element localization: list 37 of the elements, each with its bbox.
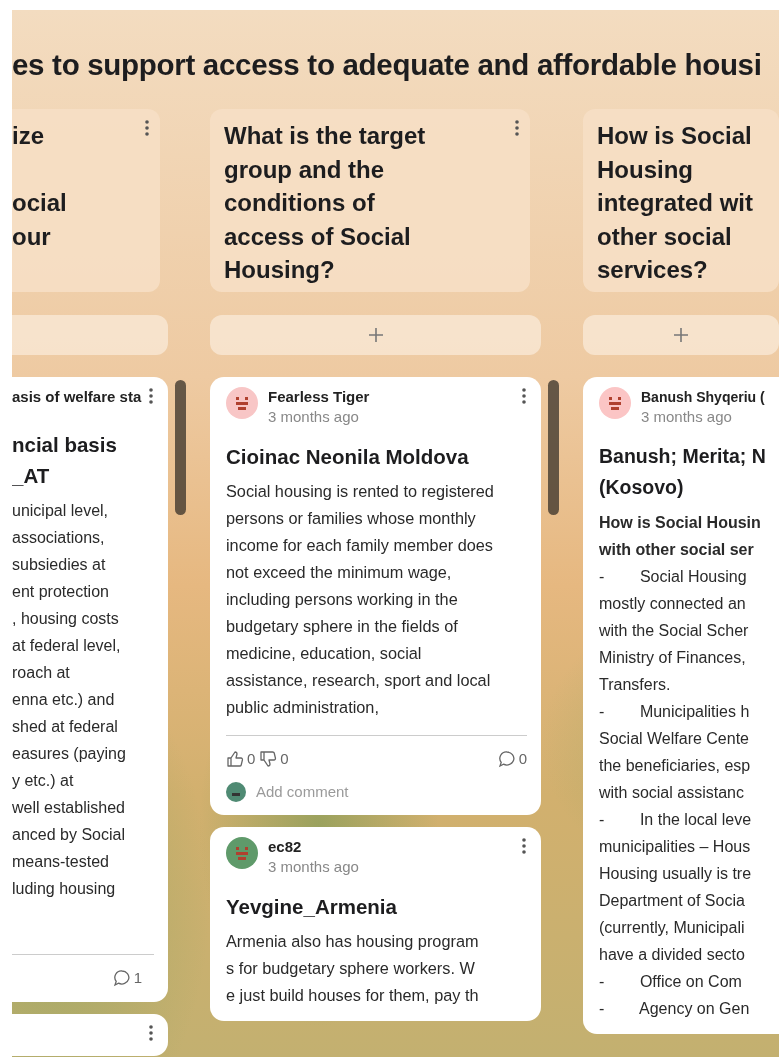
post-body: Social housing is rented to registered persons or families whose monthly income for each family member does not exceed the minimum wage, including persons working in the budgetary sphere in the fields of medicine, education, social assistance, research, sport and local public administration, — [226, 481, 495, 718]
more-icon[interactable] — [514, 119, 520, 137]
thumbs-up-icon[interactable] — [226, 750, 244, 769]
board-title: es to support access to adequate and affordable housi — [12, 48, 763, 82]
column-title: What is the target group and the conditions of access of Social Housing? — [224, 121, 426, 285]
post-title: Yevgine_Armenia — [226, 894, 398, 920]
more-icon[interactable] — [521, 387, 527, 405]
scrollbar[interactable] — [175, 380, 186, 515]
post-body: unicipal level, associations, subsiedies at ent protection , housing costs at federal level, roach at enna etc.) and shed at federal easures (paying y etc.) at well established anced by Social means-tested luding housing — [12, 501, 127, 899]
post-title: Banush; Merita; N (Kosovo) — [599, 444, 767, 500]
post-body: How is Social Housin with other social ser - Social Housing mostly connected an with the Social Scher Ministry of Finances, Transfers. - Municipalities h Social Welfare Cente the beneficiaries, esp with social assistanc - In the local leve municipalities – Hous Housing usually is tre Department of Socia (currently, Municipali have a divided secto - Office on Com - Agency on Gen — [599, 513, 762, 1019]
more-icon[interactable] — [521, 837, 527, 855]
post-title: ncial basis _AT — [12, 432, 118, 489]
plus-icon[interactable] — [367, 327, 384, 343]
author-name: ec82 — [268, 837, 303, 857]
post-time: 3 months ago — [268, 857, 360, 877]
comments-button[interactable]: 1 — [112, 967, 142, 990]
more-icon[interactable] — [148, 1023, 154, 1042]
column-title: ize ocial our — [12, 121, 67, 252]
plus-icon[interactable] — [673, 327, 689, 343]
column-title: How is Social Housing integrated wit other social services? — [597, 121, 753, 285]
post-time: 3 months ago — [641, 407, 733, 427]
author-name: Banush Shyqeriu ( — [641, 388, 766, 407]
author-name: Fearless Tiger — [268, 387, 371, 407]
speech-bubble-icon[interactable] — [497, 750, 516, 769]
more-icon[interactable] — [144, 119, 150, 137]
comments-button[interactable]: 0 — [497, 748, 527, 771]
post-time: 3 months ago — [268, 407, 360, 427]
like-button[interactable]: 0 — [226, 748, 256, 771]
thumbs-down-icon[interactable] — [259, 750, 278, 769]
more-icon[interactable] — [148, 387, 154, 405]
dislike-button[interactable]: 0 — [259, 748, 289, 771]
post-title: Cioinac Neonila Moldova — [226, 444, 470, 470]
avatar-icon — [226, 781, 246, 802]
scrollbar[interactable] — [548, 380, 559, 515]
speech-bubble-icon[interactable] — [112, 969, 131, 988]
post-body: Armenia also has housing program s for budgetary sphere workers. W e just build houses for them, pay th — [226, 931, 480, 1006]
